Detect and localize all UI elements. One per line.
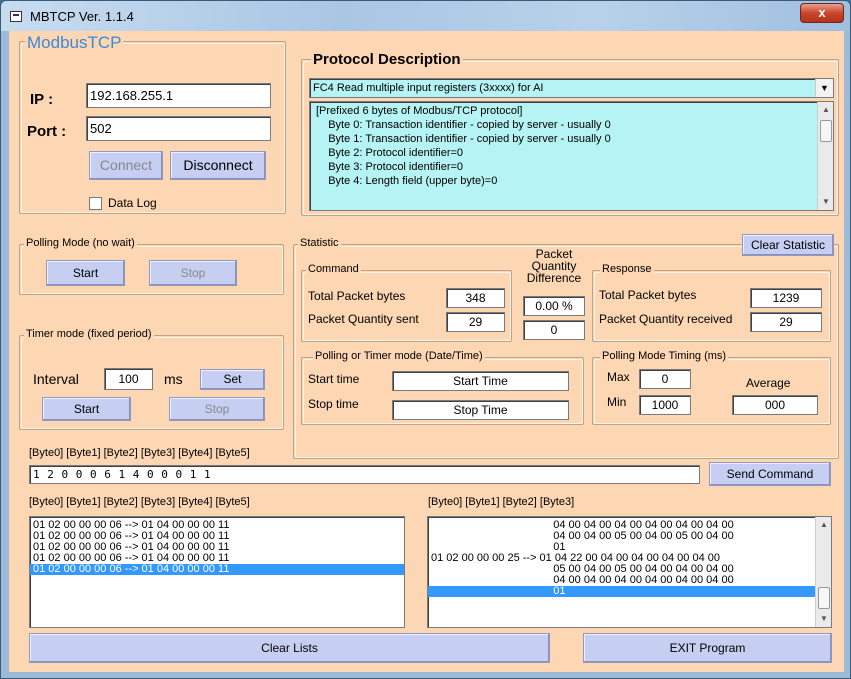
cmd-qty-sent-value: 29 bbox=[446, 312, 505, 332]
stop-time-label: Stop time bbox=[308, 397, 359, 411]
port-input[interactable]: 502 bbox=[86, 116, 271, 141]
start-time-label: Start time bbox=[308, 372, 360, 386]
difference-label-line3: Difference bbox=[526, 271, 582, 285]
window-title: MBTCP Ver. 1.1.4 bbox=[30, 9, 134, 24]
app-icon bbox=[10, 11, 22, 22]
protocol-description-line: [Prefixed 6 bytes of Modbus/TCP protocol… bbox=[316, 105, 523, 117]
protocol-scrollbar[interactable]: ▲ ▼ bbox=[817, 102, 833, 210]
statistic-legend: Statistic bbox=[298, 237, 341, 249]
app-window: MBTCP Ver. 1.1.4 x ModbusTCP IP : 192.16… bbox=[0, 0, 851, 679]
response-legend: Response bbox=[600, 263, 654, 275]
function-select-value: FC4 Read multiple input registers (3xxxx… bbox=[313, 82, 544, 94]
cmd-total-bytes-value: 348 bbox=[446, 288, 505, 308]
polling-stop-button[interactable]: Stop bbox=[149, 260, 237, 286]
timing-min-value: 1000 bbox=[639, 395, 691, 415]
difference-label: Packet Quantity Difference bbox=[524, 248, 584, 284]
protocol-description-line: Byte 0: Transaction identifier - copied … bbox=[316, 119, 611, 131]
timer-legend: Timer mode (fixed period) bbox=[24, 328, 154, 340]
timing-avg-value: 000 bbox=[732, 395, 818, 415]
scroll-down-icon[interactable]: ▼ bbox=[818, 194, 833, 210]
protocol-description-line: Byte 2: Protocol identifier=0 bbox=[316, 147, 464, 159]
port-label: Port : bbox=[27, 123, 67, 140]
difference-count-value: 0 bbox=[523, 320, 585, 340]
protocol-legend: Protocol Description bbox=[311, 51, 463, 68]
disconnect-button[interactable]: Disconnect bbox=[170, 151, 266, 180]
datetime-legend: Polling or Timer mode (Date/Time) bbox=[313, 350, 485, 362]
command-legend: Command bbox=[306, 263, 361, 275]
response-list-item[interactable]: 01 bbox=[428, 586, 831, 597]
interval-unit: ms bbox=[164, 371, 183, 387]
exit-program-button[interactable]: EXIT Program bbox=[583, 633, 832, 663]
timing-max-label: Max bbox=[607, 370, 630, 384]
ip-input[interactable]: 192.168.255.1 bbox=[86, 83, 271, 108]
request-list[interactable]: 01 02 00 00 00 06 --> 01 04 00 00 00 11 0… bbox=[29, 516, 405, 628]
function-select[interactable]: FC4 Read multiple input registers (3xxxx… bbox=[309, 78, 834, 98]
polling-legend: Polling Mode (no wait) bbox=[24, 237, 137, 249]
clear-statistic-button[interactable]: Clear Statistic bbox=[742, 234, 834, 256]
timer-stop-button[interactable]: Stop bbox=[169, 397, 265, 421]
resp-qty-received-label: Packet Quantity received bbox=[599, 312, 733, 326]
client-area: ModbusTCP IP : 192.168.255.1 Port : 502 … bbox=[9, 31, 844, 672]
resp-total-bytes-label: Total Packet bytes bbox=[599, 288, 697, 302]
scroll-thumb[interactable] bbox=[820, 120, 832, 142]
interval-input[interactable]: 100 bbox=[104, 368, 153, 390]
interval-label: Interval bbox=[33, 371, 79, 387]
request-list-item[interactable]: 01 02 00 00 00 06 --> 01 04 00 00 00 11 bbox=[30, 564, 404, 575]
datalog-label: Data Log bbox=[108, 196, 157, 210]
interval-set-button[interactable]: Set bbox=[200, 369, 265, 390]
cmd-total-bytes-label: Total Packet bytes bbox=[308, 289, 406, 303]
protocol-description-line: Byte 3: Protocol identifier=0 bbox=[316, 161, 464, 173]
datalog-checkbox[interactable] bbox=[89, 197, 102, 210]
stop-time-value: Stop Time bbox=[392, 400, 569, 420]
send-command-button[interactable]: Send Command bbox=[709, 462, 831, 486]
response-list-scrollbar[interactable]: ▲ ▼ bbox=[815, 517, 831, 627]
scroll-up-icon[interactable]: ▲ bbox=[816, 517, 831, 533]
chevron-down-icon[interactable]: ▼ bbox=[815, 79, 833, 97]
title-bar: MBTCP Ver. 1.1.4 x bbox=[1, 1, 850, 31]
ip-label: IP : bbox=[30, 91, 54, 108]
close-button[interactable]: x bbox=[800, 3, 844, 23]
timing-legend: Polling Mode Timing (ms) bbox=[600, 350, 729, 362]
protocol-description-line: Byte 1: Transaction identifier - copied … bbox=[316, 133, 611, 145]
connect-button[interactable]: Connect bbox=[89, 151, 163, 180]
scroll-thumb[interactable] bbox=[818, 587, 830, 609]
response-list[interactable]: 04 00 04 00 04 00 04 00 04 00 04 00 04 0… bbox=[427, 516, 832, 628]
modbustcp-legend: ModbusTCP bbox=[25, 33, 124, 53]
clear-lists-button[interactable]: Clear Lists bbox=[29, 633, 550, 663]
timing-min-label: Min bbox=[607, 395, 627, 409]
timing-avg-label: Average bbox=[746, 376, 791, 390]
protocol-description-box[interactable]: [Prefixed 6 bytes of Modbus/TCP protocol… bbox=[309, 101, 834, 211]
protocol-description-line: Byte 4: Length field (upper byte)=0 bbox=[316, 175, 498, 187]
resp-qty-received-value: 29 bbox=[750, 312, 822, 332]
cmd-qty-sent-label: Packet Quantity sent bbox=[308, 312, 419, 326]
left-list-header: [Byte0] [Byte1] [Byte2] [Byte3] [Byte4] … bbox=[29, 496, 250, 508]
command-byte-header: [Byte0] [Byte1] [Byte2] [Byte3] [Byte4] … bbox=[29, 447, 250, 459]
start-time-value: Start Time bbox=[392, 371, 569, 391]
scroll-down-icon[interactable]: ▼ bbox=[816, 611, 831, 627]
resp-total-bytes-value: 1239 bbox=[750, 288, 822, 308]
timing-max-value: 0 bbox=[639, 369, 691, 389]
timer-start-button[interactable]: Start bbox=[42, 397, 131, 421]
right-list-header: [Byte0] [Byte1] [Byte2] [Byte3] bbox=[428, 496, 575, 508]
difference-percent-value: 0.00 % bbox=[523, 296, 585, 316]
command-input[interactable]: 1 2 0 0 0 6 1 4 0 0 0 1 1 bbox=[29, 465, 700, 484]
polling-start-button[interactable]: Start bbox=[46, 260, 125, 286]
scroll-up-icon[interactable]: ▲ bbox=[818, 102, 833, 118]
